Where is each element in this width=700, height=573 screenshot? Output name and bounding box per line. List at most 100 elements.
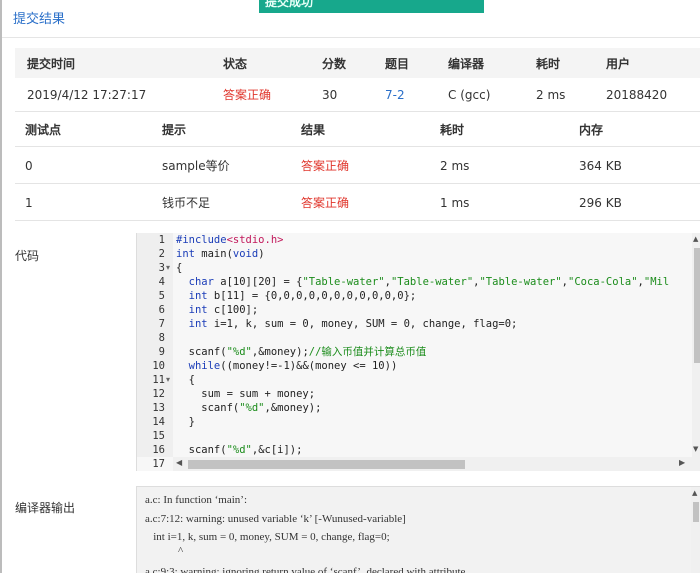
line-number: 4 <box>158 276 165 288</box>
testcase-time: 1 ms <box>440 195 470 210</box>
line-number: 15 <box>152 430 165 442</box>
code-token: int <box>176 304 208 316</box>
code-line: int b[11] = {0,0,0,0,0,0,0,0,0,0,0}; <box>176 289 417 303</box>
code-token: int <box>176 290 208 302</box>
testcase-header-row: 测试点 提示 结果 耗时 内存 <box>15 113 700 147</box>
code-line: while((money!=-1)&&(money <= 10)) <box>176 359 398 373</box>
code-viewer[interactable]: 1 2 3 ▾ 4 5 6 7 8 9 10 11 ▾ 12 13 14 15 … <box>136 233 700 471</box>
testcase-result: 答案正确 <box>301 159 350 173</box>
code-token: ((money!=-1)&&(money <= 10)) <box>220 360 398 372</box>
code-token: int <box>176 248 195 260</box>
line-number: 8 <box>158 332 165 344</box>
code-token: int <box>176 318 208 330</box>
code-token: scanf( <box>176 444 227 456</box>
header-score: 分数 <box>322 56 347 71</box>
summary-row: 2019/4/12 17:27:17 答案正确 30 7-2 C (gcc) 2… <box>15 78 700 112</box>
code-token: "%d" <box>239 402 265 414</box>
line-number: 6 <box>158 304 165 316</box>
score-value: 30 <box>322 87 338 102</box>
compiler-output-label: 编译器输出 <box>15 501 76 515</box>
code-token: scanf( <box>176 346 227 358</box>
header-compiler: 编译器 <box>448 56 485 71</box>
line-number: 9 <box>158 346 165 358</box>
compiler-output-panel[interactable]: a.c: In function ‘main’: a.c:7:12: warni… <box>136 486 700 573</box>
line-number: 14 <box>152 416 165 428</box>
header-duration: 耗时 <box>536 56 561 71</box>
line-number: 3 <box>158 262 165 274</box>
fold-caret-icon[interactable]: ▾ <box>166 373 170 387</box>
code-line: scanf("%d",&money); <box>176 401 321 415</box>
line-number-gutter: 1 2 3 ▾ 4 5 6 7 8 9 10 11 ▾ 12 13 14 15 … <box>137 233 173 470</box>
code-line: #include<stdio.h> <box>176 233 283 247</box>
testcase-memory: 296 KB <box>579 195 622 210</box>
code-token: "%d" <box>226 444 252 456</box>
line-number: 13 <box>152 402 165 414</box>
testcase-time: 2 ms <box>440 158 470 173</box>
testcase-hint: 钱币不足 <box>162 196 211 210</box>
code-token: "Mil <box>643 276 670 288</box>
compiler-output-line: a.c: In function ‘main’: <box>145 494 248 506</box>
code-token: i=1, k, sum = 0, money, SUM = 0, change,… <box>207 318 518 330</box>
testcase-hint: sample等价 <box>162 159 230 173</box>
code-token: void <box>232 248 259 260</box>
line-number: 2 <box>158 248 165 260</box>
compiler-value: C (gcc) <box>448 87 491 102</box>
code-token: a[10][20] = { <box>213 276 303 288</box>
scroll-up-arrow-icon[interactable]: ▲ <box>693 235 698 243</box>
code-token: scanf( <box>176 402 240 414</box>
problem-link[interactable]: 7-2 <box>385 78 405 111</box>
compiler-output-line: a.c:7:12: warning: unused variable ‘k’ [… <box>145 513 406 525</box>
code-line: int c[100]; <box>176 303 259 317</box>
testcase-memory: 364 KB <box>579 158 622 173</box>
code-token: char <box>176 276 214 288</box>
scrollbar-thumb[interactable] <box>694 248 700 363</box>
scroll-left-arrow-icon[interactable]: ◀ <box>176 458 182 467</box>
header-problem: 题目 <box>385 56 410 71</box>
code-token: while <box>176 360 221 372</box>
table-row: 0 sample等价 答案正确 2 ms 364 KB <box>15 148 700 184</box>
line-number: 10 <box>152 360 165 372</box>
code-token: b[11] = {0,0,0,0,0,0,0,0,0,0,0}; <box>207 290 417 302</box>
line-number: 16 <box>152 444 165 456</box>
scrollbar-thumb[interactable] <box>693 502 699 522</box>
code-horizontal-scrollbar[interactable]: ◀ ▶ <box>173 457 700 471</box>
code-label: 代码 <box>15 249 40 263</box>
header-time: 耗时 <box>440 123 465 137</box>
code-line: scanf("%d",&c[i]); <box>176 443 303 457</box>
status-value: 答案正确 <box>223 88 272 102</box>
testcase-id: 1 <box>25 195 33 210</box>
code-token: ,&c[i]); <box>251 444 303 456</box>
scroll-down-arrow-icon[interactable]: ▼ <box>693 445 698 453</box>
compiler-vertical-scrollbar[interactable]: ▲ <box>691 487 700 573</box>
line-number: 1 <box>158 234 165 246</box>
code-token: ,&money); <box>264 402 322 414</box>
testcase-id: 0 <box>25 158 33 173</box>
scroll-up-arrow-icon[interactable]: ▲ <box>692 489 697 497</box>
header-result: 结果 <box>301 123 326 137</box>
header-status: 状态 <box>223 56 248 71</box>
code-token: ,&money); <box>251 346 309 358</box>
code-line: int i=1, k, sum = 0, money, SUM = 0, cha… <box>176 317 518 331</box>
testcase-result: 答案正确 <box>301 196 350 210</box>
code-token: "Coca-Cola" <box>568 276 638 288</box>
code-line: char a[10][20] = {"Table-water","Table-w… <box>176 275 670 289</box>
fold-caret-icon[interactable]: ▾ <box>166 261 170 275</box>
code-line: { <box>176 262 183 274</box>
toast-text: 提交成功 <box>265 0 314 9</box>
header-user: 用户 <box>606 56 631 71</box>
code-token: main( <box>194 248 233 260</box>
header-testcase: 测试点 <box>25 123 62 137</box>
code-comment: //输入币值并计算总币值 <box>308 346 427 358</box>
code-line: { <box>176 374 195 386</box>
code-vertical-scrollbar[interactable]: ▲ ▼ <box>692 233 700 457</box>
scrollbar-thumb[interactable] <box>188 460 465 469</box>
header-hint: 提示 <box>162 123 187 137</box>
code-token: "Table-water" <box>302 276 385 288</box>
compiler-output-line: a.c:9:3: warning: ignoring return value … <box>145 566 466 573</box>
code-token: "Table-water" <box>390 276 474 288</box>
table-row: 1 钱币不足 答案正确 1 ms 296 KB <box>15 185 700 221</box>
scroll-right-arrow-icon[interactable]: ▶ <box>679 458 685 467</box>
code-line: } <box>176 416 195 428</box>
code-token: ) <box>258 248 265 260</box>
modal-title: 提交结果 <box>13 12 66 27</box>
